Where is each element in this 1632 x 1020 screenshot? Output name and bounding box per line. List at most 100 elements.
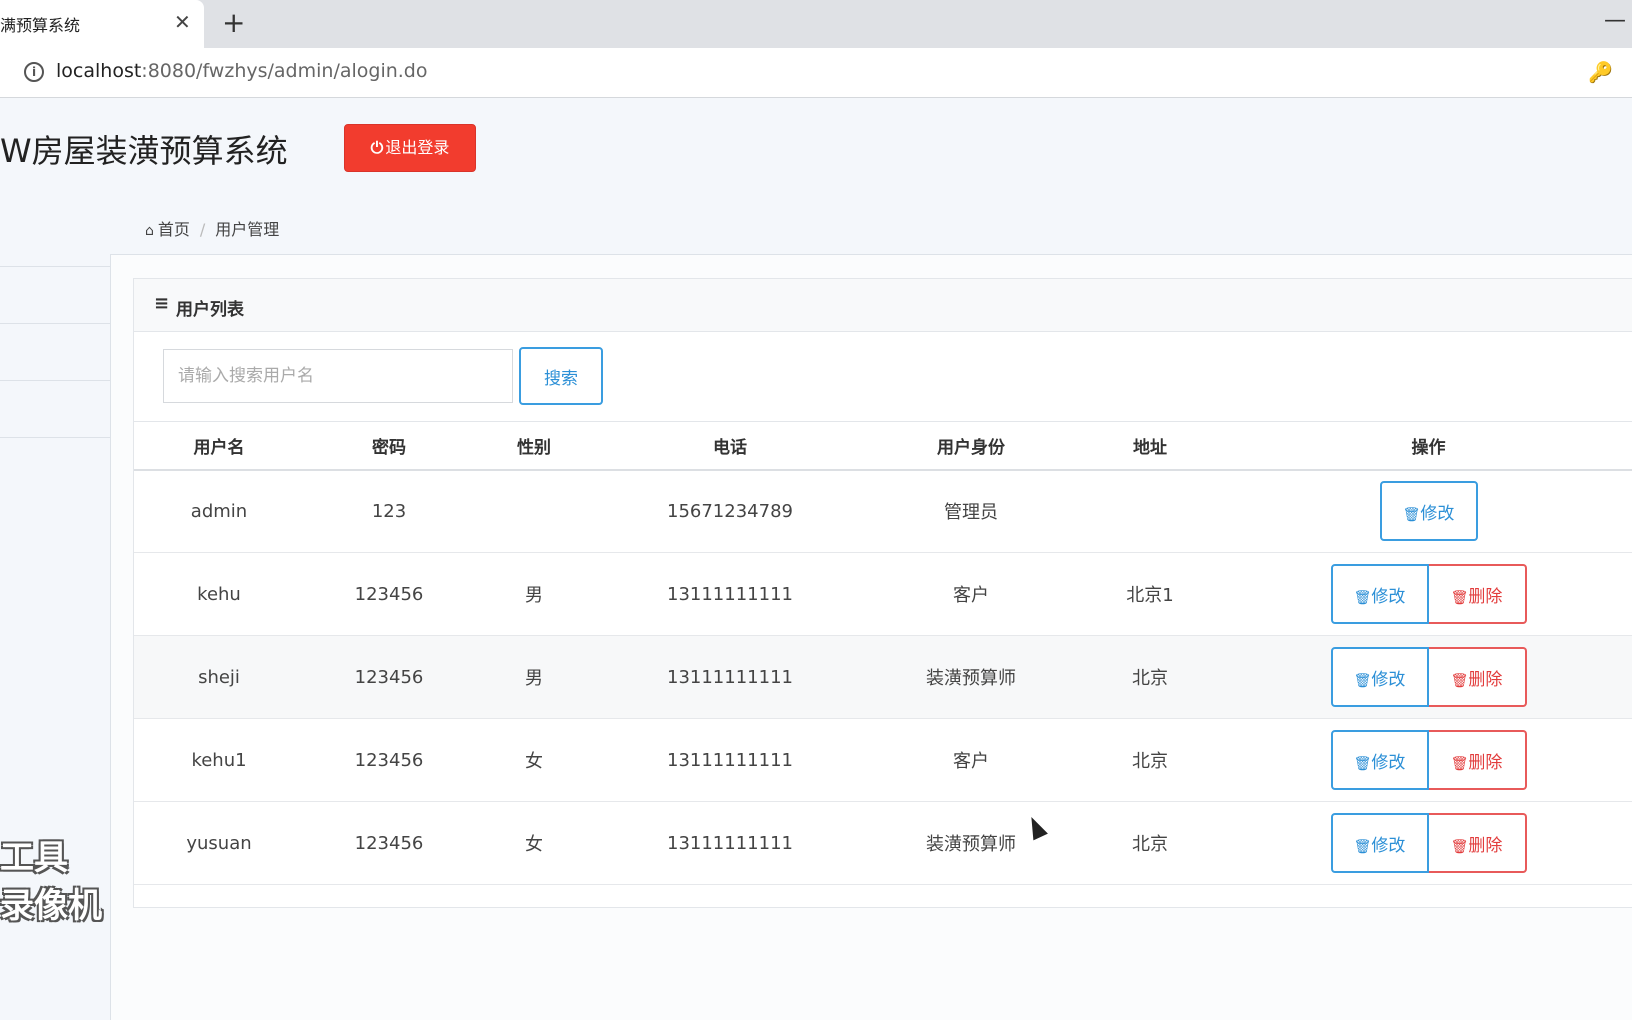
column-header-gender: 性别 <box>474 421 594 471</box>
column-header-phone: 电话 <box>594 421 866 471</box>
edit-button[interactable]: 🗑修改 <box>1330 647 1429 707</box>
edit-button[interactable]: 🗑修改 <box>1330 730 1429 790</box>
action-button-group: 🗑修改 🗑删除 <box>1330 647 1527 707</box>
action-button-group: 🗑修改 🗑删除 <box>1330 813 1527 873</box>
key-icon[interactable]: 🔑 <box>1588 60 1613 84</box>
breadcrumb-home[interactable]: 首页 <box>158 220 190 239</box>
tab-title: 满预算系统 <box>0 16 81 35</box>
edit-button[interactable]: 🗑修改 <box>1330 564 1429 624</box>
url-text[interactable]: localhost:8080/fwzhys/admin/alogin.do <box>56 60 428 82</box>
breadcrumb-separator: / <box>199 220 206 239</box>
cell-role: 装潢预算师 <box>866 635 1076 719</box>
close-icon[interactable]: ✕ <box>174 10 191 34</box>
breadcrumb-current: 用户管理 <box>215 220 280 239</box>
sidebar-divider <box>0 323 110 324</box>
cell-password: 123 <box>304 469 474 553</box>
table-row: kehu1 123456 女 13111111111 客户 北京 🗑修改 🗑删除 <box>134 718 1632 802</box>
edit-button[interactable]: 🗑修改 <box>1330 813 1429 873</box>
sidebar-divider <box>0 380 110 381</box>
cell-username: kehu1 <box>134 718 304 802</box>
cell-address: 北京 <box>1076 801 1224 885</box>
trash-icon: 🗑 <box>1450 755 1469 772</box>
delete-label: 删除 <box>1468 752 1503 773</box>
column-header-role: 用户身份 <box>866 421 1076 471</box>
edit-label: 修改 <box>1420 503 1455 524</box>
column-header-password: 密码 <box>304 421 474 471</box>
address-bar[interactable]: i localhost:8080/fwzhys/admin/alogin.do … <box>0 48 1632 98</box>
cell-role: 装潢预算师 <box>866 801 1076 885</box>
delete-button[interactable]: 🗑删除 <box>1428 647 1527 707</box>
cell-address <box>1076 469 1224 553</box>
home-icon: ⌂ <box>145 223 154 239</box>
cell-gender <box>474 469 594 553</box>
delete-button[interactable]: 🗑删除 <box>1428 730 1527 790</box>
delete-button[interactable]: 🗑删除 <box>1428 564 1527 624</box>
delete-label: 删除 <box>1468 835 1503 856</box>
cell-password: 123456 <box>304 718 474 802</box>
cell-actions: 🗑修改 🗑删除 <box>1224 801 1632 885</box>
cell-username: sheji <box>134 635 304 719</box>
cell-gender: 女 <box>474 801 594 885</box>
cell-actions: 🗑修改 🗑删除 <box>1224 635 1632 719</box>
sidebar-divider <box>0 437 110 438</box>
browser-tab[interactable]: 满预算系统 ✕ <box>0 0 204 48</box>
app-title: W房屋装潢预算系统 <box>0 132 288 170</box>
cell-actions: 🗑修改 🗑删除 <box>1224 718 1632 802</box>
search-button[interactable]: 搜索 <box>519 347 603 405</box>
edit-label: 修改 <box>1371 586 1406 607</box>
cell-password: 123456 <box>304 552 474 636</box>
cell-phone: 13111111111 <box>594 801 866 885</box>
delete-label: 删除 <box>1468 586 1503 607</box>
trash-icon: 🗑 <box>1450 589 1469 606</box>
list-icon: ≡ <box>154 293 170 314</box>
column-header-actions: 操作 <box>1224 421 1632 471</box>
new-tab-icon[interactable]: + <box>222 6 245 39</box>
column-header-username: 用户名 <box>134 421 304 471</box>
user-list-card: ≡ 用户列表 搜索 用户名 密码 性别 电话 用户身份 地址 操作 admin … <box>133 278 1632 908</box>
cell-password: 123456 <box>304 801 474 885</box>
watermark: 工具 录像机 <box>0 834 102 930</box>
trash-icon: 🗑 <box>1353 672 1372 689</box>
cell-username: admin <box>134 469 304 553</box>
table-header-row: 用户名 密码 性别 电话 用户身份 地址 操作 <box>134 421 1632 471</box>
trash-icon: 🗑 <box>1402 506 1421 523</box>
cell-phone: 13111111111 <box>594 635 866 719</box>
trash-icon: 🗑 <box>1353 838 1372 855</box>
url-host: localhost <box>56 60 142 82</box>
edit-button[interactable]: 🗑修改 <box>1379 481 1478 542</box>
table-row: yusuan 123456 女 13111111111 装潢预算师 北京 🗑修改… <box>134 801 1632 885</box>
power-icon: ⏻ <box>370 138 384 157</box>
cell-phone: 13111111111 <box>594 552 866 636</box>
logout-button[interactable]: ⏻ 退出登录 <box>344 124 476 172</box>
cell-actions: 🗑修改 🗑删除 <box>1224 552 1632 636</box>
logout-label: 退出登录 <box>385 138 450 157</box>
trash-icon: 🗑 <box>1353 755 1372 772</box>
cell-address: 北京 <box>1076 635 1224 719</box>
browser-tabstrip: 满预算系统 ✕ + — <box>0 0 1632 48</box>
cell-phone: 15671234789 <box>594 469 866 553</box>
cell-address: 北京1 <box>1076 552 1224 636</box>
cell-gender: 男 <box>474 552 594 636</box>
cell-password: 123456 <box>304 635 474 719</box>
trash-icon: 🗑 <box>1450 672 1469 689</box>
minimize-icon[interactable]: — <box>1604 8 1626 33</box>
info-icon[interactable]: i <box>24 62 44 82</box>
cell-actions: 🗑修改 <box>1224 469 1632 553</box>
user-table: 用户名 密码 性别 电话 用户身份 地址 操作 admin 123 156712… <box>134 421 1632 885</box>
edit-label: 修改 <box>1371 835 1406 856</box>
search-input[interactable] <box>163 349 513 403</box>
cell-phone: 13111111111 <box>594 718 866 802</box>
delete-button[interactable]: 🗑删除 <box>1428 813 1527 873</box>
card-title: 用户列表 <box>176 300 244 320</box>
cell-address: 北京 <box>1076 718 1224 802</box>
column-header-address: 地址 <box>1076 421 1224 471</box>
url-path: :8080/fwzhys/admin/alogin.do <box>141 60 428 82</box>
cell-username: yusuan <box>134 801 304 885</box>
trash-icon: 🗑 <box>1353 589 1372 606</box>
breadcrumb: ⌂ 首页 / 用户管理 <box>145 216 279 240</box>
edit-label: 修改 <box>1371 752 1406 773</box>
delete-label: 删除 <box>1468 669 1503 690</box>
edit-label: 修改 <box>1371 669 1406 690</box>
table-row: kehu 123456 男 13111111111 客户 北京1 🗑修改 🗑删除 <box>134 552 1632 636</box>
watermark-line: 录像机 <box>0 886 102 926</box>
